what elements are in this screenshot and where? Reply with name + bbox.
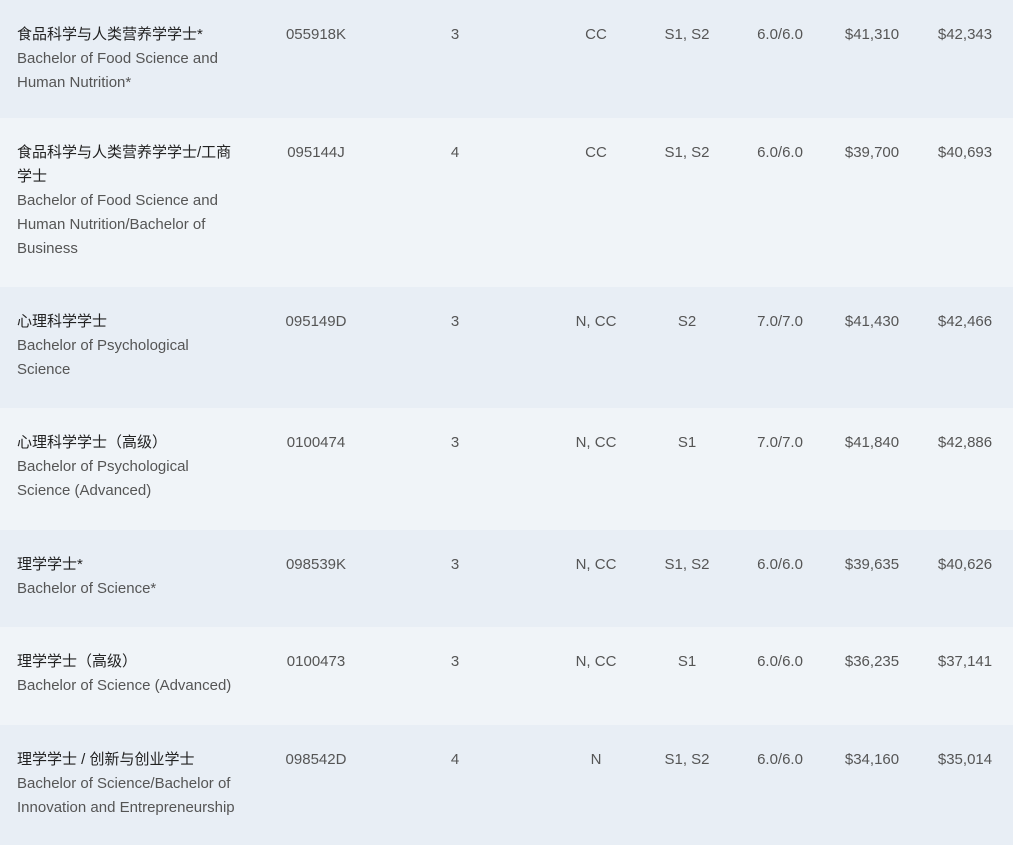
program-name-cell: 食品科学与人类营养学学士/工商学士 Bachelor of Food Scien… [17,141,242,261]
tuition-fee-current: $39,700 [844,144,900,161]
cricos-code: 0100473 [286,653,346,670]
program-name-en: Bachelor of Science (Advanced) [17,677,232,694]
duration: 3 [450,556,460,573]
study-mode: N, CC [575,313,617,330]
program-name-cn: 食品科学与人类营养学学士* [17,26,203,43]
duration: 3 [450,434,460,451]
tuition-fee-next: $37,141 [937,653,993,670]
intake: S1 [677,434,697,451]
cricos-code: 095149D [285,313,347,330]
program-name-cell: 心理科学学士 Bachelor of Psychological Science [17,310,242,382]
program-name-en: Bachelor of Food Science and Human Nutri… [17,192,218,257]
intake: S1 [677,653,697,670]
cricos-code: 0100474 [286,434,346,451]
tuition-fee-current: $39,635 [844,556,900,573]
tuition-fee-next: $35,014 [937,751,993,768]
study-mode: CC [585,144,607,161]
table-row: 心理科学学士（高级） Bachelor of Psychological Sci… [0,408,1013,530]
tuition-fee-next: $40,693 [937,144,993,161]
table-row: 食品科学与人类营养学学士/工商学士 Bachelor of Food Scien… [0,118,1013,287]
duration: 3 [450,313,460,330]
duration: 4 [450,751,460,768]
program-name-cn: 理学学士* [17,556,83,573]
cricos-code: 098539K [285,556,347,573]
program-name-cell: 理学学士（高级） Bachelor of Science (Advanced) [17,650,242,698]
cricos-code: 055918K [285,26,347,43]
program-name-cn: 理学学士 / 创新与创业学士 [17,751,195,768]
program-name-en: Bachelor of Psychological Science [17,337,189,378]
tuition-fee-next: $42,886 [937,434,993,451]
program-name-cn: 心理科学学士（高级） [17,434,168,451]
program-name-en: Bachelor of Psychological Science (Advan… [17,458,189,499]
ielts-requirement: 6.0/6.0 [757,26,803,43]
tuition-fee-next: $42,466 [937,313,993,330]
program-name-cn: 食品科学与人类营养学学士/工商学士 [17,144,232,185]
tuition-fee-current: $36,235 [844,653,900,670]
study-mode: N, CC [575,556,617,573]
tuition-fee-next: $42,343 [937,26,993,43]
tuition-fee-current: $41,840 [844,434,900,451]
program-name-cell: 理学学士* Bachelor of Science* [17,553,242,601]
intake: S2 [677,313,697,330]
study-mode: N, CC [575,434,617,451]
table-row: 食品科学与人类营养学学士* Bachelor of Food Science a… [0,0,1013,118]
tuition-fee-current: $34,160 [844,751,900,768]
table-row: 心理科学学士 Bachelor of Psychological Science… [0,287,1013,408]
intake: S1, S2 [664,751,710,768]
table-row: 理学学士 / 创新与创业学士 Bachelor of Science/Bache… [0,725,1013,845]
study-mode: N [590,751,602,768]
program-name-cell: 理学学士 / 创新与创业学士 Bachelor of Science/Bache… [17,748,242,820]
tuition-fee-current: $41,430 [844,313,900,330]
ielts-requirement: 6.0/6.0 [757,751,803,768]
tuition-fee-current: $41,310 [844,26,900,43]
study-mode: N, CC [575,653,617,670]
program-name-cell: 食品科学与人类营养学学士* Bachelor of Food Science a… [17,23,242,95]
program-name-cn: 理学学士（高级） [17,653,138,670]
intake: S1, S2 [664,556,710,573]
program-name-en: Bachelor of Science/Bachelor of Innovati… [17,775,235,816]
duration: 4 [450,144,460,161]
program-name-en: Bachelor of Science* [17,580,157,597]
tuition-fee-next: $40,626 [937,556,993,573]
programs-table: 食品科学与人类营养学学士* Bachelor of Food Science a… [0,0,1013,845]
cricos-code: 098542D [285,751,347,768]
intake: S1, S2 [664,144,710,161]
ielts-requirement: 6.0/6.0 [757,556,803,573]
program-name-en: Bachelor of Food Science and Human Nutri… [17,50,218,91]
duration: 3 [450,26,460,43]
cricos-code: 095144J [287,144,345,161]
ielts-requirement: 7.0/7.0 [757,313,803,330]
program-name-cell: 心理科学学士（高级） Bachelor of Psychological Sci… [17,431,242,503]
duration: 3 [450,653,460,670]
study-mode: CC [585,26,607,43]
ielts-requirement: 6.0/6.0 [757,144,803,161]
program-name-cn: 心理科学学士 [17,313,108,330]
ielts-requirement: 6.0/6.0 [757,653,803,670]
ielts-requirement: 7.0/7.0 [757,434,803,451]
table-row: 理学学士（高级） Bachelor of Science (Advanced) … [0,627,1013,725]
table-row: 理学学士* Bachelor of Science* 098539K 3 N, … [0,530,1013,627]
intake: S1, S2 [664,26,710,43]
